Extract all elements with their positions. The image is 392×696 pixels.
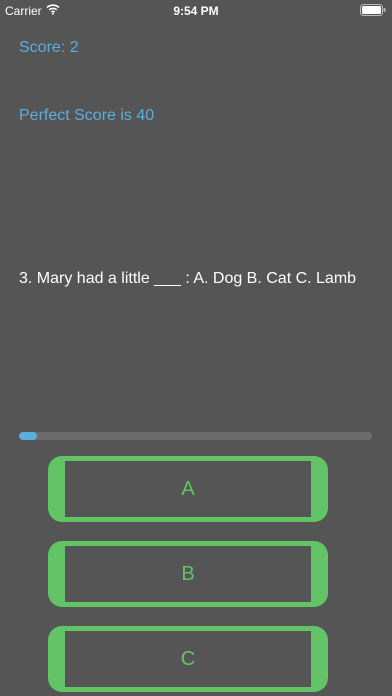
perfect-score-label: Perfect Score is 40 (19, 107, 155, 124)
progress-bar (19, 432, 372, 440)
answer-button-c[interactable]: C (48, 626, 328, 692)
score-label: Score: 2 (19, 39, 79, 56)
battery-icon (360, 4, 386, 16)
question-text: 3. Mary had a little ___ : A. Dog B. Cat… (19, 270, 357, 287)
answer-button-b[interactable]: B (48, 541, 328, 607)
status-bar: Carrier 9:54 PM (0, 0, 392, 22)
progress-fill (19, 432, 37, 440)
status-time: 9:54 PM (173, 4, 219, 18)
answer-button-a[interactable]: A (48, 456, 328, 522)
